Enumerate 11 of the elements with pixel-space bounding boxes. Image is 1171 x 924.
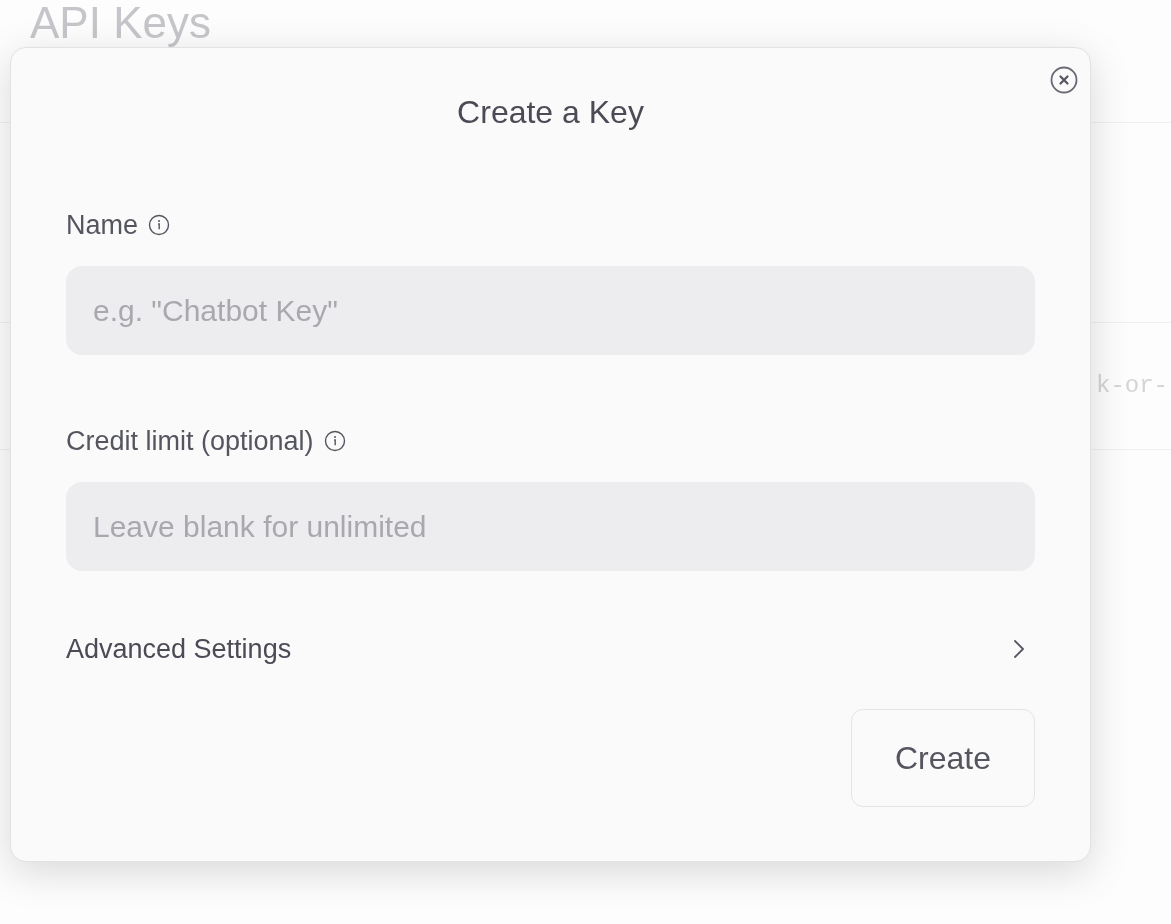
field-label: Credit limit (optional) — [66, 424, 314, 458]
dialog-title: Create a Key — [457, 93, 644, 132]
field-label: Name — [66, 208, 139, 242]
chevron-icon — [1011, 637, 1027, 661]
advanced-settings-toggle[interactable]: Advanced Settings — [66, 629, 1035, 669]
input-field[interactable]: Leave blank for unlimited — [66, 482, 1035, 571]
info-icon — [148, 214, 171, 236]
create-button[interactable]: Create — [851, 709, 1035, 807]
close-button[interactable] — [1050, 66, 1078, 94]
input-field[interactable]: e.g. "Chatbot Key" — [66, 266, 1035, 355]
info-icon — [323, 430, 346, 452]
